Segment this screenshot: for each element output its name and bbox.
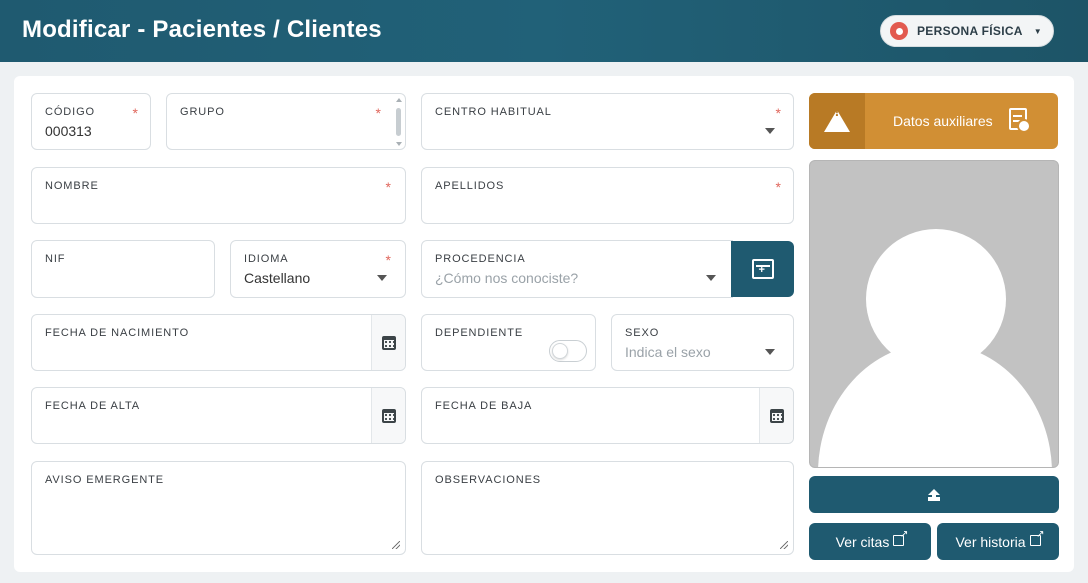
warning-badge bbox=[809, 93, 865, 149]
upload-photo-button[interactable] bbox=[809, 476, 1059, 513]
calendar-icon bbox=[381, 335, 396, 350]
procedencia-label: PROCEDENCIA bbox=[435, 253, 526, 265]
fecha-alta-field[interactable]: FECHA DE ALTA bbox=[31, 387, 406, 444]
fecha-alta-calendar-button[interactable] bbox=[371, 388, 405, 443]
nif-label: NIF bbox=[45, 253, 66, 265]
sexo-select[interactable]: SEXO Indica el sexo bbox=[611, 314, 794, 371]
aviso-emergente-label: AVISO EMERGENTE bbox=[45, 474, 165, 486]
avatar-head bbox=[866, 229, 1006, 369]
sexo-placeholder: Indica el sexo bbox=[625, 344, 711, 360]
add-list-icon bbox=[751, 259, 774, 279]
toggle-knob bbox=[552, 343, 568, 359]
dependiente-toggle[interactable] bbox=[549, 340, 587, 362]
fecha-alta-label: FECHA DE ALTA bbox=[45, 400, 141, 412]
required-marker: * bbox=[775, 105, 781, 121]
persona-type-label: PERSONA FÍSICA bbox=[917, 24, 1023, 38]
centro-habitual-select[interactable]: CENTRO HABITUAL * bbox=[421, 93, 794, 150]
scroll-thumb[interactable] bbox=[396, 108, 401, 136]
fecha-baja-calendar-button[interactable] bbox=[759, 388, 793, 443]
resize-handle-icon[interactable] bbox=[392, 541, 400, 549]
person-icon bbox=[890, 22, 908, 40]
add-procedencia-button[interactable] bbox=[731, 241, 794, 297]
chevron-down-icon bbox=[706, 275, 716, 281]
idioma-select[interactable]: IDIOMA * Castellano bbox=[230, 240, 406, 298]
idioma-value: Castellano bbox=[244, 270, 311, 286]
centro-habitual-label: CENTRO HABITUAL bbox=[435, 106, 552, 118]
required-marker: * bbox=[775, 179, 781, 195]
apellidos-field[interactable]: APELLIDOS * bbox=[421, 167, 794, 224]
clipboard-icon bbox=[1009, 108, 1031, 133]
chevron-down-icon: ▼ bbox=[1033, 26, 1042, 36]
grupo-label: GRUPO bbox=[180, 106, 225, 118]
ver-citas-button[interactable]: Ver citas bbox=[809, 523, 931, 560]
calendar-icon bbox=[769, 408, 784, 423]
grupo-field[interactable]: GRUPO * bbox=[166, 93, 406, 150]
codigo-field[interactable]: CÓDIGO * 000313 bbox=[31, 93, 151, 150]
apellidos-label: APELLIDOS bbox=[435, 180, 505, 192]
codigo-label: CÓDIGO bbox=[45, 106, 96, 118]
procedencia-select[interactable]: PROCEDENCIA ¿Cómo nos conociste? bbox=[421, 240, 733, 298]
resize-handle-icon[interactable] bbox=[780, 541, 788, 549]
ver-historia-button[interactable]: Ver historia bbox=[937, 523, 1059, 560]
chevron-down-icon bbox=[765, 349, 775, 355]
fecha-baja-label: FECHA DE BAJA bbox=[435, 400, 533, 412]
page-title: Modificar - Pacientes / Clientes bbox=[22, 16, 382, 43]
observaciones-label: OBSERVACIONES bbox=[435, 474, 542, 486]
nif-field[interactable]: NIF bbox=[31, 240, 215, 298]
observaciones-textarea[interactable]: OBSERVACIONES bbox=[421, 461, 794, 555]
codigo-value: 000313 bbox=[45, 123, 92, 139]
dependiente-label: DEPENDIENTE bbox=[435, 327, 524, 339]
ver-historia-label: Ver historia bbox=[955, 533, 1026, 550]
aviso-emergente-textarea[interactable]: AVISO EMERGENTE bbox=[31, 461, 406, 555]
calendar-icon bbox=[381, 408, 396, 423]
warning-mark: ! bbox=[834, 103, 840, 119]
scroll-up-icon bbox=[396, 98, 402, 102]
external-link-icon bbox=[893, 529, 908, 546]
persona-type-dropdown[interactable]: PERSONA FÍSICA ▼ bbox=[880, 15, 1054, 47]
required-marker: * bbox=[132, 105, 138, 121]
upload-icon bbox=[927, 488, 941, 501]
fecha-nacimiento-label: FECHA DE NACIMIENTO bbox=[45, 327, 190, 339]
nombre-field[interactable]: NOMBRE * bbox=[31, 167, 406, 224]
idioma-label: IDIOMA bbox=[244, 253, 289, 265]
dependiente-field: DEPENDIENTE bbox=[421, 314, 596, 371]
external-link-icon bbox=[1029, 529, 1045, 546]
required-marker: * bbox=[385, 179, 391, 195]
scroll-down-icon bbox=[396, 142, 402, 146]
ver-citas-label: Ver citas bbox=[835, 533, 890, 550]
chevron-down-icon bbox=[765, 128, 775, 134]
nombre-label: NOMBRE bbox=[45, 180, 99, 192]
required-marker: * bbox=[385, 252, 391, 268]
fecha-nacimiento-calendar-button[interactable] bbox=[371, 315, 405, 370]
required-marker: * bbox=[375, 105, 381, 121]
grupo-scrollbar[interactable] bbox=[396, 98, 402, 146]
patient-photo bbox=[809, 160, 1059, 468]
chevron-down-icon bbox=[377, 275, 387, 281]
fecha-nacimiento-field[interactable]: FECHA DE NACIMIENTO bbox=[31, 314, 406, 371]
fecha-baja-field[interactable]: FECHA DE BAJA bbox=[421, 387, 794, 444]
sexo-label: SEXO bbox=[625, 327, 660, 339]
app-header: Modificar - Pacientes / Clientes PERSONA… bbox=[0, 0, 1088, 62]
procedencia-placeholder: ¿Cómo nos conociste? bbox=[435, 270, 579, 286]
datos-auxiliares-label: Datos auxiliares bbox=[893, 113, 993, 129]
